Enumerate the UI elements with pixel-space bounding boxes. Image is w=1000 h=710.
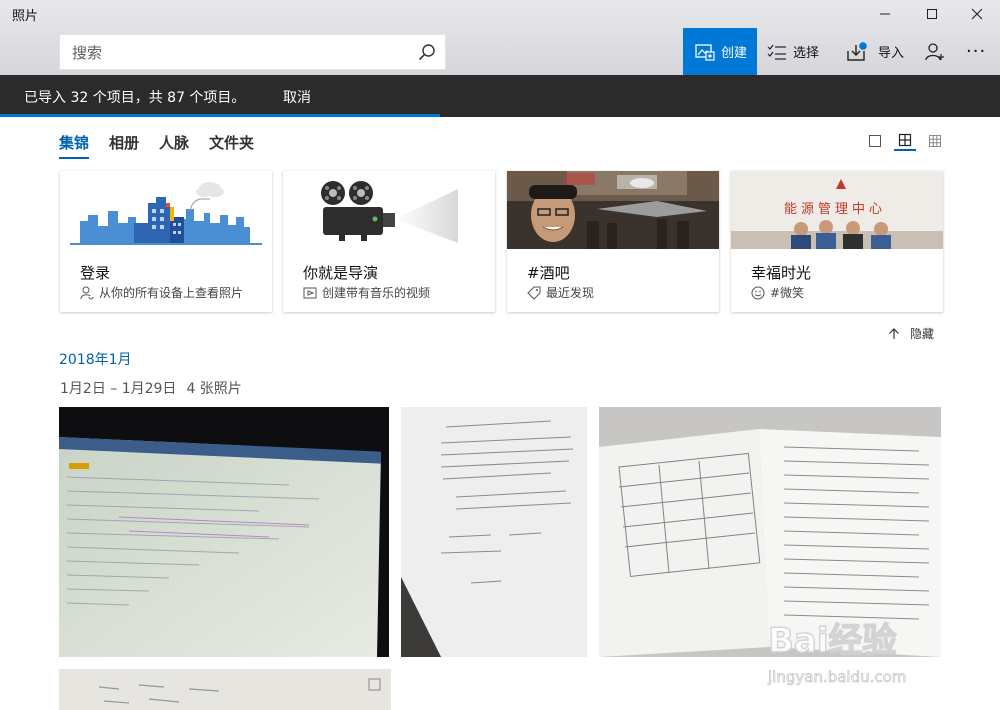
card-subtitle: 从你的所有设备上查看照片	[80, 284, 243, 301]
import-banner: 已导入 32 个项目，共 87 个项目。 取消	[0, 75, 1000, 117]
import-label: 导入	[878, 46, 905, 61]
hide-highlights-button[interactable]: 隐藏	[888, 325, 934, 342]
more-button[interactable]: ···	[966, 28, 990, 75]
card-director[interactable]: 你就是导演 创建带有音乐的视频	[283, 171, 495, 312]
tab-albums[interactable]: 相册	[109, 132, 139, 159]
film-projector-illustration	[283, 171, 495, 249]
card-subtitle-text: 创建带有音乐的视频	[322, 286, 431, 300]
photo-thumbnail-monitor[interactable]	[59, 407, 389, 657]
person-add-icon	[925, 42, 945, 61]
tag-icon	[527, 286, 541, 300]
import-status: 已导入 32 个项目，共 87 个项目。	[24, 90, 246, 106]
grid-3x3-icon	[929, 135, 941, 147]
watermark-url: jingyan.baidu.com	[767, 668, 906, 686]
card-title: 幸福时光	[751, 264, 812, 282]
photo-count: 4 张照片	[186, 381, 242, 397]
arrow-up-icon	[888, 327, 900, 340]
card-subtitle-text: #微笑	[770, 286, 805, 300]
month-heading[interactable]: 2018年1月	[59, 349, 132, 369]
smile-icon	[751, 286, 765, 300]
hall-sign-text: 能源管理中心	[784, 202, 886, 217]
card-bar-tag[interactable]: #酒吧 最近发现	[507, 171, 719, 312]
search-input[interactable]: 搜索	[72, 42, 409, 63]
date-range-heading: 1月2日 – 1月29日 4 张照片	[60, 378, 242, 398]
account-button[interactable]	[925, 28, 947, 75]
import-button[interactable]: 导入	[846, 28, 904, 75]
create-icon	[695, 43, 715, 61]
person-sync-icon	[80, 286, 94, 300]
baidu-watermark: Bai经验 jingyan.baidu.com	[766, 608, 946, 690]
import-icon	[846, 41, 868, 62]
minimize-button[interactable]	[862, 0, 908, 28]
maximize-icon	[927, 9, 937, 19]
grid-2x2-icon	[898, 133, 912, 147]
view-size-toggles	[864, 131, 954, 151]
app-title: 照片	[12, 9, 39, 24]
tab-folders[interactable]: 文件夹	[209, 132, 254, 159]
card-title: 登录	[80, 264, 111, 282]
create-button[interactable]: 创建	[683, 28, 757, 75]
medium-view-button[interactable]	[894, 131, 916, 151]
create-label: 创建	[721, 46, 748, 61]
search-icon[interactable]	[409, 35, 445, 69]
title-bar: 照片 搜索 创建 选择 导入 ···	[0, 0, 1000, 75]
close-button[interactable]	[954, 0, 1000, 28]
checklist-icon	[767, 44, 787, 60]
card-subtitle: 最近发现	[527, 284, 594, 301]
search-box[interactable]: 搜索	[59, 34, 446, 70]
video-icon	[303, 286, 317, 300]
tab-collection[interactable]: 集锦	[59, 132, 90, 159]
small-view-button[interactable]	[924, 131, 946, 151]
nav-tabs: 集锦 相册 人脉 文件夹	[59, 132, 274, 159]
card-subtitle: 创建带有音乐的视频	[303, 284, 430, 301]
single-square-icon	[869, 135, 881, 147]
bar-photo-thumbnail	[507, 171, 719, 249]
card-subtitle-text: 从你的所有设备上查看照片	[99, 286, 244, 300]
close-icon	[971, 8, 983, 20]
card-happy-times[interactable]: 能源管理中心 幸福时光 #微笑	[731, 171, 943, 312]
card-sign-in[interactable]: 登录 从你的所有设备上查看照片	[60, 171, 272, 312]
city-illustration	[60, 171, 272, 249]
watermark-brand: Bai经验	[768, 621, 897, 661]
hide-label: 隐藏	[910, 327, 935, 341]
maximize-button[interactable]	[909, 0, 955, 28]
large-view-button[interactable]	[864, 131, 886, 151]
select-button[interactable]: 选择	[765, 28, 819, 75]
photo-thumbnail-handwriting[interactable]	[59, 669, 391, 710]
select-label: 选择	[793, 46, 820, 61]
card-title: 你就是导演	[303, 264, 379, 282]
photo-thumbnail-document[interactable]	[401, 407, 587, 657]
date-range: 1月2日 – 1月29日	[60, 381, 177, 397]
minimize-icon	[880, 13, 890, 15]
card-subtitle-text: 最近发现	[546, 286, 595, 300]
group-photo-thumbnail: 能源管理中心	[731, 171, 943, 249]
card-subtitle: #微笑	[751, 284, 804, 301]
tab-people[interactable]: 人脉	[159, 132, 189, 159]
card-title: #酒吧	[527, 264, 570, 282]
cancel-import-button[interactable]: 取消	[283, 87, 311, 107]
import-progress-bar	[0, 114, 440, 117]
